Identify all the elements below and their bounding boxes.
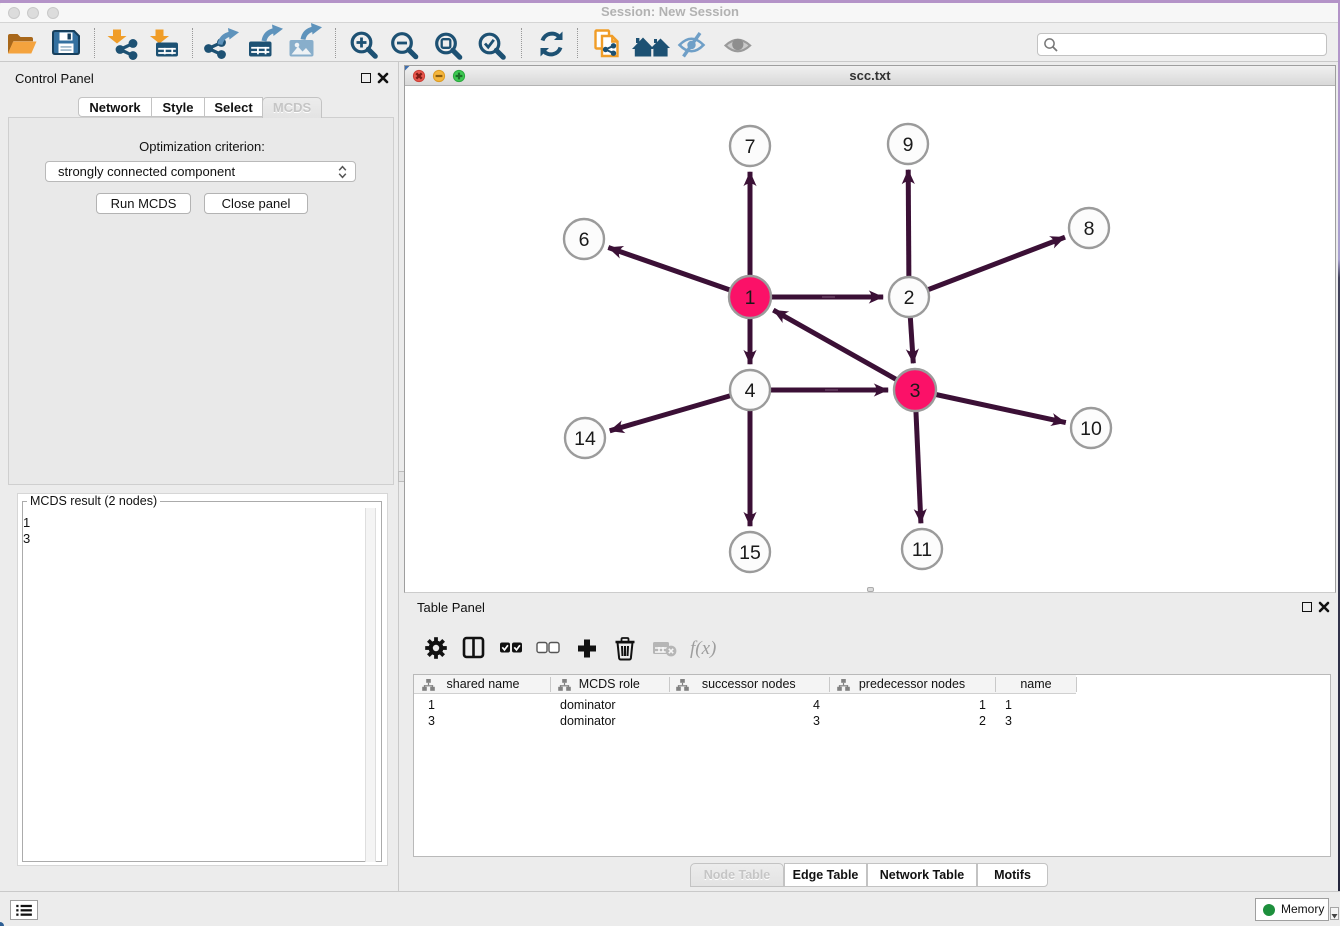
svg-text:8: 8 (1084, 218, 1095, 240)
svg-text:11: 11 (912, 539, 932, 561)
svg-text:10: 10 (1080, 418, 1102, 440)
svg-text:15: 15 (739, 542, 761, 564)
svg-text:4: 4 (745, 380, 756, 402)
svg-text:14: 14 (574, 428, 596, 450)
svg-text:2: 2 (904, 287, 915, 309)
svg-text:7: 7 (745, 136, 756, 158)
svg-text:3: 3 (910, 380, 921, 402)
svg-text:9: 9 (903, 134, 914, 156)
svg-text:f(x): f(x) (690, 638, 716, 659)
svg-text:1: 1 (745, 287, 756, 309)
svg-text:6: 6 (579, 229, 590, 251)
